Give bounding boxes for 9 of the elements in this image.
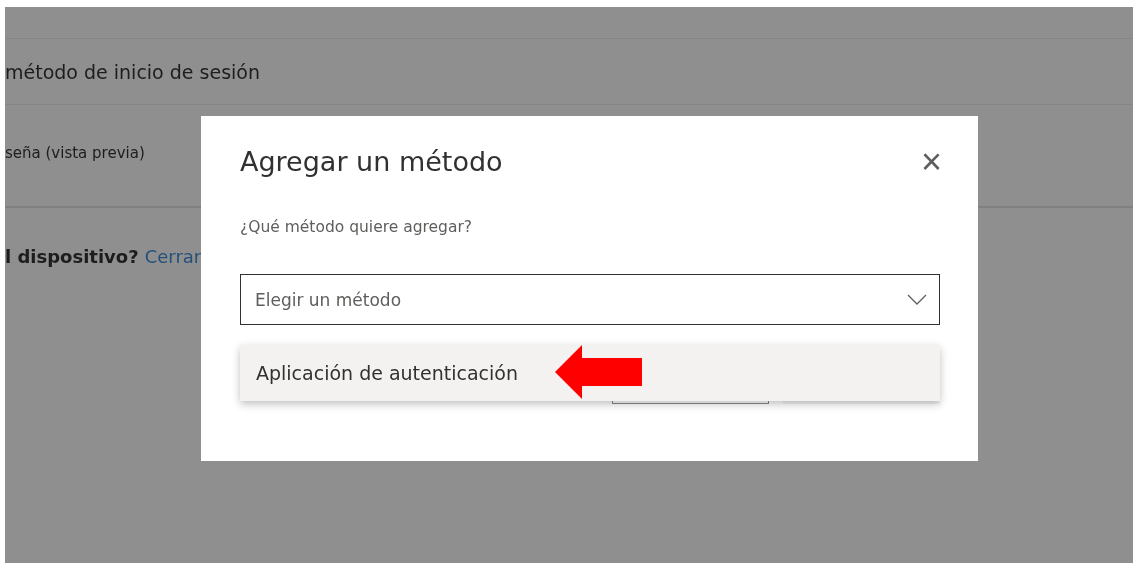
method-select[interactable]: Elegir un método [240,274,940,325]
chevron-down-icon [907,294,927,305]
footer-text: l dispositivo? [5,246,139,267]
section-heading: método de inicio de sesión [5,60,260,83]
close-button[interactable]: × [920,146,942,177]
dropdown-option[interactable]: Aplicación de autenticación [240,345,940,401]
question-text: ¿Qué método quiere agregar? [240,218,473,236]
method-label: seña (vista previa) [5,143,145,162]
dialog-title: Agregar un método [240,146,503,177]
